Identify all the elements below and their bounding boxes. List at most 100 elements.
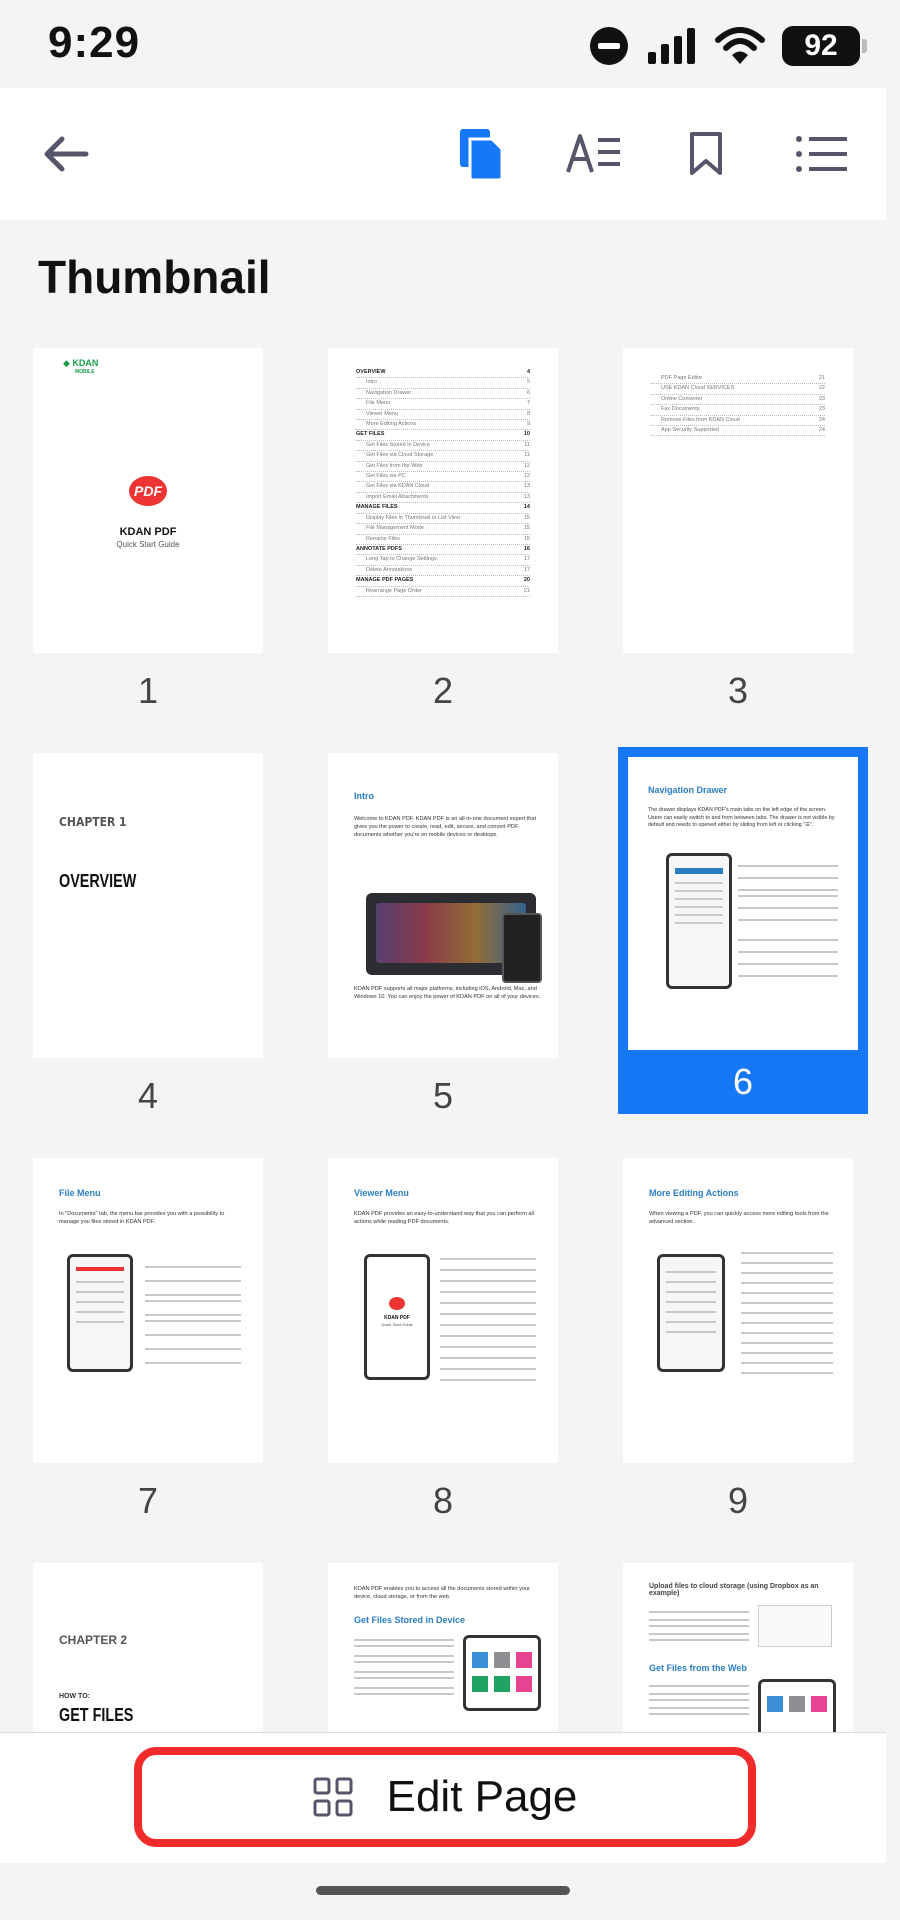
callout-list <box>741 1248 833 1378</box>
home-indicator[interactable] <box>316 1886 570 1895</box>
toc-entry: Navigation Drawer 6 <box>356 389 530 400</box>
phone-mockup <box>67 1254 133 1372</box>
toc-entry: PDF Page Editor 21 <box>651 374 825 385</box>
bookmark-icon <box>690 132 722 175</box>
toc-entry-page: 6 <box>526 389 530 396</box>
thumbnails-icon <box>460 129 504 181</box>
page-number: 5 <box>432 1075 454 1116</box>
toc-entry: Fax Documents 23 <box>651 405 825 416</box>
toc-entry: Display Files in Thumbnail or List View 1… <box>356 514 530 525</box>
page-thumbnail-selected[interactable]: Navigation Drawer The drawer displays KD… <box>618 747 868 1072</box>
status-time: 9:29 <box>48 18 141 67</box>
toc-entry: USE KDAN Cloud SERVICES 22 <box>651 384 825 395</box>
toc-entry-title: Remove Files from KDAN Cloud <box>661 416 740 423</box>
toc-entry-title: ANNOTATE PDFS <box>356 545 402 552</box>
toc-entry-title: PDF Page Editor <box>661 375 703 381</box>
toc-entry-page: 11 <box>524 441 530 448</box>
dropbox-screenshot <box>758 1605 832 1647</box>
toc-entry-page: 8 <box>526 410 530 417</box>
page-body: When viewing a PDF, you can quickly acce… <box>649 1211 829 1225</box>
page-thumbnail[interactable]: OVERVIEW 4 Intro 5 Navigation Drawer 6 File Me… <box>328 348 558 653</box>
callout-list <box>738 861 838 981</box>
wifi-icon <box>715 27 765 64</box>
outline-tab-button[interactable] <box>786 118 858 190</box>
page-thumbnail[interactable]: CHAPTER 2 HOW TO: GET FILES <box>33 1563 263 1732</box>
reflow-tab-button[interactable] <box>558 118 630 190</box>
toc-entry-page: 11 <box>524 452 530 459</box>
phone-mockup <box>657 1254 725 1372</box>
toc-entry: Rename Files 15 <box>356 535 530 545</box>
cover-title: KDAN PDF <box>119 526 177 538</box>
page-body: KDAN PDF enables you to access all the d… <box>354 1586 530 1600</box>
edit-page-button[interactable]: Edit Page <box>134 1747 756 1847</box>
page-thumbnail[interactable]: PDF Page Editor 21 USE KDAN Cloud SERVICES… <box>623 348 853 653</box>
toc-entry: GET FILES 10 <box>356 430 530 441</box>
steps-list <box>354 1635 454 1699</box>
toc-entry-title: OVERVIEW <box>356 369 386 375</box>
toc-entry: Online Converter 23 <box>651 395 825 406</box>
toc-entry-page: 24 <box>818 416 825 423</box>
toc-entry-title: Get Files via KDAN Cloud <box>366 483 430 490</box>
back-button[interactable] <box>30 118 102 190</box>
toc-entry-title: Get Files via Cloud Storage <box>366 452 434 459</box>
toc-entry-title: GET FILES <box>356 431 385 438</box>
toc-entry-page: 4 <box>526 369 530 375</box>
page-number: 2 <box>432 670 454 711</box>
page-heading: More Editing Actions <box>649 1188 739 1198</box>
chapter-heading: OVERVIEW <box>59 871 137 891</box>
outline-list-icon <box>796 136 847 172</box>
toc-entry-title: Rearrange Page Order <box>366 587 422 594</box>
page-thumbnail[interactable]: Intro Welcome to KDAN PDF. KDAN PDF is a… <box>328 753 558 1058</box>
battery-indicator: 92 <box>782 26 867 66</box>
page-number: 7 <box>137 1480 159 1521</box>
page-heading: Intro <box>354 791 374 801</box>
toc-entry-page: 12 <box>523 473 530 480</box>
toc-entry-title: Navigation Drawer <box>366 389 412 396</box>
page-thumbnail[interactable]: KDAN PDF enables you to access all the d… <box>328 1563 558 1732</box>
thumbnails-tab-button[interactable] <box>446 118 518 190</box>
toc-entry-page: 12 <box>523 462 530 469</box>
chapter-label: CHAPTER 2 <box>59 1633 128 1647</box>
bottom-action-bar: Edit Page <box>0 1732 886 1863</box>
toc-entry-title: MANAGE PDF PAGES <box>356 577 414 584</box>
toc-list: OVERVIEW 4 Intro 5 Navigation Drawer 6 File Me… <box>328 348 558 617</box>
toc-entry: MANAGE PDF PAGES 20 <box>356 576 530 587</box>
toc-entry-page: 21 <box>523 587 530 594</box>
page-thumbnail[interactable]: More Editing Actions When viewing a PDF,… <box>623 1158 853 1463</box>
page-number: 1 <box>137 670 159 711</box>
bookmark-tab-button[interactable] <box>670 118 742 190</box>
toc-entry-title: Get Files from the Web <box>366 462 423 469</box>
toc-entry: File Management Mode 15 <box>356 524 530 535</box>
steps-list <box>649 1607 749 1645</box>
toc-entry-title: Display Files in Thumbnail or List View <box>366 514 460 521</box>
page-thumbnail[interactable]: ◆ KDAN MOBILE PDF KDAN PDF Quick Start Gu… <box>33 348 263 653</box>
do-not-disturb-icon <box>590 27 628 65</box>
page-thumbnail[interactable]: Upload files to cloud storage (using Dro… <box>623 1563 853 1732</box>
phone-mockup <box>666 853 732 989</box>
toc-entry: App Security Supported 24 <box>651 426 825 437</box>
toc-entry: Remove Files from KDAN Cloud 24 <box>651 416 825 427</box>
toc-entry: Get Files from the Web 12 <box>356 462 530 473</box>
status-icons: 92 <box>588 22 867 70</box>
chapter-heading: GET FILES <box>59 1705 134 1725</box>
page-thumbnail[interactable]: CHAPTER 1 OVERVIEW <box>33 753 263 1058</box>
toc-entry-page: 15 <box>523 514 530 521</box>
page-number-selected: 6 <box>618 1050 868 1114</box>
battery-level: 92 <box>804 29 838 62</box>
toc-entry-page: 7 <box>526 400 530 407</box>
toc-entry: File Menu 7 <box>356 399 530 410</box>
toc-entry-title: Delete Annotations <box>366 566 413 573</box>
toc-entry-title: Intro <box>366 379 378 386</box>
toc-entry-title: USE KDAN Cloud SERVICES <box>661 385 735 392</box>
page-thumbnail[interactable]: File Menu In "Documents" tab, the menu b… <box>33 1158 263 1463</box>
scroll-track <box>886 88 900 1832</box>
toc-entry-page: 9 <box>526 421 530 428</box>
toc-entry-page: 16 <box>523 545 530 552</box>
toc-entry-page: 20 <box>523 577 530 584</box>
toc-entry-page: 24 <box>818 427 825 434</box>
toc-entry-page: 17 <box>523 566 530 573</box>
toc-entry-page: 13 <box>523 493 530 500</box>
steps-list <box>649 1681 749 1719</box>
page-thumbnail[interactable]: Viewer Menu KDAN PDF provides an easy-to… <box>328 1158 558 1463</box>
toc-entry: Get Files via Cloud Storage 11 <box>356 451 530 462</box>
